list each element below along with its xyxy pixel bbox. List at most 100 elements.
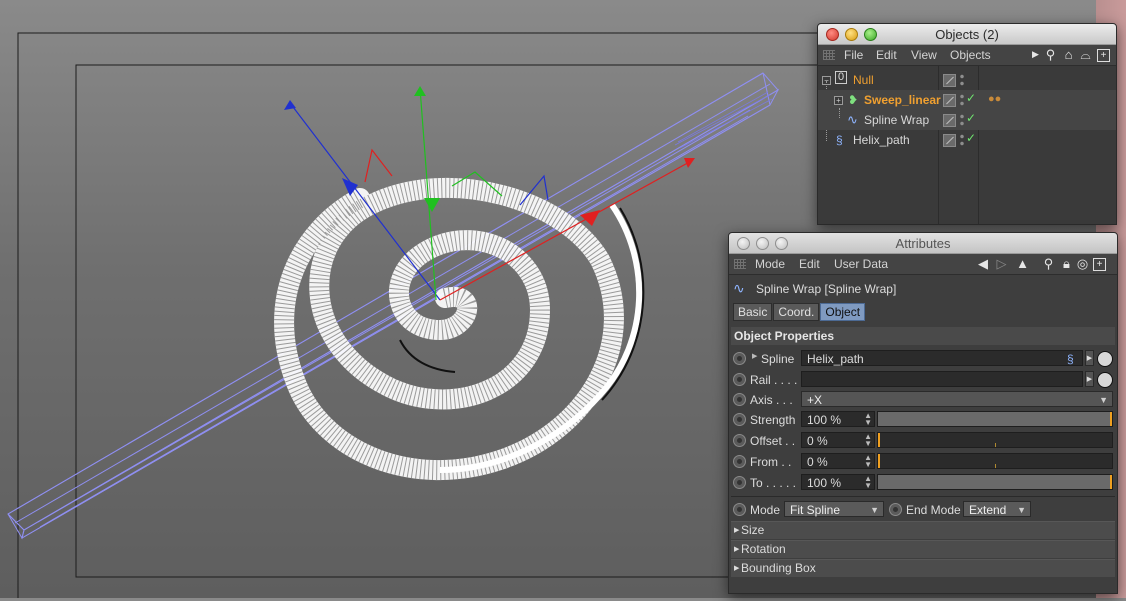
strength-slider[interactable] (877, 411, 1113, 427)
strength-input[interactable]: 100 % ▲ ▼ (801, 411, 875, 427)
enabled-check-icon[interactable]: ✓ (966, 111, 976, 125)
tab-coord[interactable]: Coord. (773, 303, 820, 321)
menu-view[interactable]: View (911, 48, 937, 62)
chevron-down-icon: ▼ (1017, 505, 1026, 515)
menu-objects[interactable]: Objects (950, 48, 991, 62)
offset-slider-knob[interactable] (878, 433, 880, 447)
grip-icon[interactable] (734, 259, 746, 269)
rail-link-field[interactable] (801, 371, 1083, 387)
group-size[interactable]: ▶ Size (731, 521, 1115, 539)
forward-arrow-icon[interactable]: ▷ (994, 256, 1009, 271)
prop-row-from: From . . 0 % ▲ ▼ (729, 451, 1117, 472)
animate-radio[interactable] (733, 434, 746, 447)
spline-link-field[interactable]: Helix_path (801, 350, 1083, 366)
object-row-helix[interactable]: § Helix_path ✓ (818, 130, 1116, 150)
animate-radio[interactable] (733, 503, 746, 516)
object-header: ∿ Spline Wrap [Spline Wrap] (729, 279, 1117, 299)
prop-row-spline: ▶ Spline Helix_path § ▶ (729, 348, 1117, 369)
pick-object-icon[interactable] (1097, 372, 1113, 388)
link-menu-arrow-icon[interactable]: ▶ (1085, 350, 1094, 366)
objects-window-title: Objects (2) (935, 27, 999, 42)
prop-label-to: To . . . . . (750, 476, 797, 490)
offset-slider[interactable] (877, 432, 1113, 448)
menu-edit[interactable]: Edit (799, 257, 820, 271)
animate-radio[interactable] (733, 373, 746, 386)
offset-input[interactable]: 0 % ▲ ▼ (801, 432, 875, 448)
animate-radio[interactable] (889, 503, 902, 516)
prop-row-mode: Mode Fit Spline ▼ End Mode Extend ▼ (729, 499, 1117, 520)
new-panel-icon[interactable]: + (1097, 49, 1110, 62)
object-name-null[interactable]: Null (853, 73, 874, 87)
group-rotation[interactable]: ▶ Rotation (731, 540, 1115, 558)
animate-radio[interactable] (733, 352, 746, 365)
objects-titlebar[interactable]: Objects (2) (818, 24, 1116, 45)
object-row-spline-wrap[interactable]: ∿ Spline Wrap ✓ (818, 108, 1116, 130)
animate-radio[interactable] (733, 413, 746, 426)
attribute-tabs: Basic Coord. Object (733, 303, 866, 321)
home-icon[interactable]: ⌂ (1061, 47, 1076, 62)
grip-icon[interactable] (823, 50, 835, 60)
search-icon[interactable]: ⚲ (1041, 256, 1056, 271)
spiral-sweep-mesh (274, 177, 645, 481)
strength-value: 100 % (807, 413, 842, 427)
mode-dropdown[interactable]: Fit Spline ▼ (784, 501, 884, 517)
axis-dropdown[interactable]: +X ▼ (801, 391, 1113, 407)
pick-object-icon[interactable] (1097, 351, 1113, 367)
from-slider-knob[interactable] (878, 454, 880, 468)
link-menu-arrow-icon[interactable]: ▶ (1085, 371, 1094, 387)
back-arrow-icon[interactable]: ◀ (973, 256, 993, 271)
tab-object[interactable]: Object (820, 303, 866, 321)
object-name-spline-wrap[interactable]: Spline Wrap (864, 113, 929, 127)
object-name-sweep[interactable]: Sweep_linear (864, 93, 941, 107)
attributes-titlebar[interactable]: Attributes (729, 233, 1117, 254)
expand-arrow-icon: ▶ (734, 565, 740, 572)
group-bounding-box[interactable]: ▶ Bounding Box (731, 559, 1115, 577)
section-object-properties: Object Properties (731, 327, 1115, 345)
material-tag-icon[interactable]: ●● (988, 93, 1001, 105)
from-slider[interactable] (877, 453, 1113, 469)
up-arrow-icon[interactable]: ▲ (1015, 256, 1030, 271)
objects-menubar: File Edit View Objects ▶ ⚲ ⌂ ⌓ + (818, 45, 1116, 66)
to-slider-knob[interactable] (1110, 475, 1112, 489)
attributes-body: ∿ Spline Wrap [Spline Wrap] Basic Coord. O… (729, 275, 1117, 593)
more-arrow-icon[interactable]: ▶ (1028, 47, 1043, 62)
to-input[interactable]: 100 % ▲ ▼ (801, 474, 875, 490)
chevron-down-icon: ▼ (870, 505, 879, 515)
expand-arrow-icon: ▶ (734, 546, 740, 553)
tab-basic[interactable]: Basic (733, 303, 773, 321)
new-panel-icon[interactable]: + (1093, 258, 1106, 271)
prop-label-axis: Axis . . . (750, 393, 793, 407)
enabled-check-icon[interactable]: ✓ (966, 91, 976, 105)
end-mode-dropdown[interactable]: Extend ▼ (963, 501, 1031, 517)
attributes-manager-window[interactable]: Attributes Mode Edit User Data ◀ ▷ ▲ ⚲ 🔒… (728, 232, 1118, 594)
target-icon[interactable]: ◎ (1075, 256, 1090, 271)
animate-radio[interactable] (733, 476, 746, 489)
menu-user-data[interactable]: User Data (834, 257, 888, 271)
expand-icon[interactable]: + (834, 96, 843, 105)
lock-icon[interactable]: 🔒︎ (1059, 256, 1074, 271)
object-name-helix[interactable]: Helix_path (853, 133, 910, 147)
null-object-icon: 0 (835, 71, 847, 84)
animate-radio[interactable] (733, 393, 746, 406)
eye-icon[interactable]: ⌓ (1078, 47, 1093, 62)
from-input[interactable]: 0 % ▲ ▼ (801, 453, 875, 469)
prop-row-to: To . . . . . 100 % ▲ ▼ (729, 472, 1117, 493)
object-row-sweep[interactable]: + ❥ Sweep_linear ✓ ●● (818, 90, 1116, 110)
helix-spline-icon: § (1067, 352, 1074, 366)
sweep-icon: ❥ (848, 93, 859, 107)
expand-arrow-icon[interactable]: ▶ (752, 352, 757, 360)
prop-row-strength: Strength 100 % ▲ ▼ (729, 409, 1117, 430)
menu-mode[interactable]: Mode (755, 257, 785, 271)
menu-file[interactable]: File (844, 48, 863, 62)
prop-label-offset: Offset . . (750, 434, 796, 448)
objects-list[interactable]: − 0 Null + ❥ Sweep_linear ✓ ●● ∿ Spline … (818, 66, 1116, 224)
enabled-check-icon[interactable]: ✓ (966, 131, 976, 145)
to-slider[interactable] (877, 474, 1113, 490)
object-row-null[interactable]: − 0 Null (818, 70, 1116, 90)
objects-manager-window[interactable]: Objects (2) File Edit View Objects ▶ ⚲ ⌂… (817, 23, 1117, 225)
strength-slider-knob[interactable] (1110, 412, 1112, 426)
search-icon[interactable]: ⚲ (1043, 47, 1058, 62)
animate-radio[interactable] (733, 455, 746, 468)
prop-row-rail: Rail . . . . ▶ (729, 369, 1117, 390)
menu-edit[interactable]: Edit (876, 48, 897, 62)
